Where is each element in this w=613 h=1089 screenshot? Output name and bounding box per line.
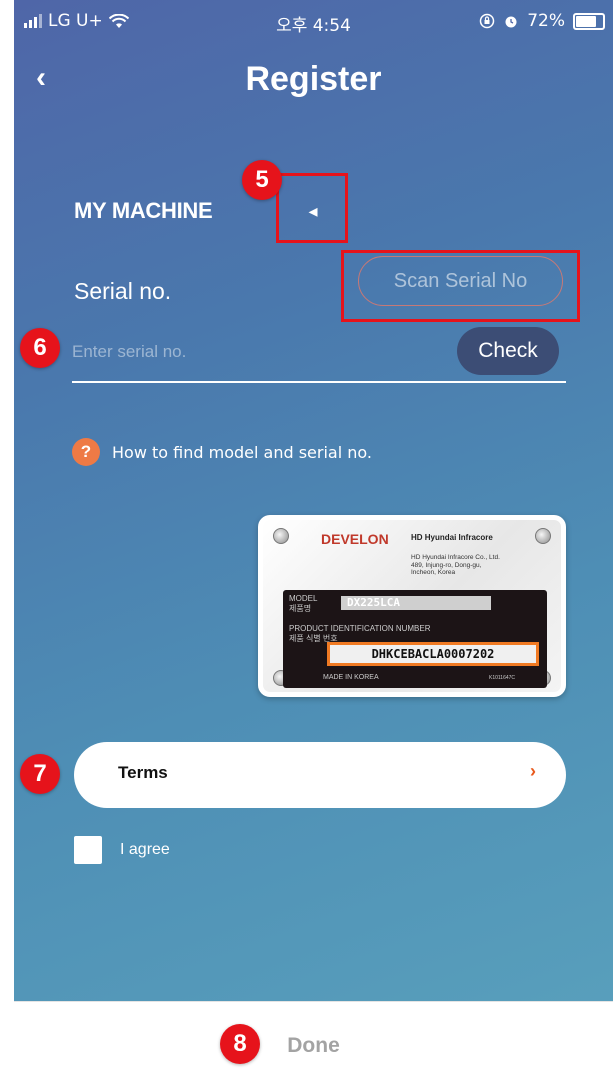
plate-company: HD Hyundai Infracore Co., Ltd. xyxy=(411,554,500,561)
status-bar-right: 72% xyxy=(479,11,605,31)
battery-percent: 72% xyxy=(527,11,565,31)
annotation-marker-5: 5 xyxy=(242,160,282,200)
plate-model-label-kr: 제품명 xyxy=(289,604,312,613)
plate-model-label: MODEL 제품명 xyxy=(289,594,317,614)
nav-bar: ‹ Register xyxy=(14,48,613,110)
annotation-marker-6: 6 xyxy=(20,328,60,368)
chevron-right-icon: › xyxy=(530,761,536,781)
annotation-marker-8: 8 xyxy=(220,1024,260,1064)
plate-serial-number: DHKCEBACLA0007202 xyxy=(327,642,539,666)
status-bar: LG U+ 오후 4:54 72% xyxy=(14,0,613,42)
plate-pin-label: PRODUCT IDENTIFICATION NUMBER 제품 식별 번호 xyxy=(289,624,430,644)
page-title: Register xyxy=(245,60,382,98)
serial-input-underline xyxy=(72,381,566,383)
terms-button[interactable]: Terms › xyxy=(74,742,566,808)
question-icon: ? xyxy=(72,438,100,466)
screw-icon xyxy=(273,528,289,544)
alarm-icon xyxy=(505,16,517,28)
agree-checkbox[interactable] xyxy=(74,836,102,864)
serial-plate-image: DEVELON HD Hyundai Infracore HD Hyundai … xyxy=(258,515,566,697)
battery-icon xyxy=(573,12,605,30)
plate-address: HD Hyundai Infracore Co., Ltd. 489, Inju… xyxy=(411,554,561,577)
app-screen: LG U+ 오후 4:54 72% ‹ Register MY MACHINE … xyxy=(14,0,613,1089)
check-button[interactable]: Check xyxy=(457,327,559,375)
plate-maker: HD Hyundai Infracore xyxy=(411,533,493,542)
machine-arrow-button[interactable]: ◂ xyxy=(300,198,326,224)
terms-label: Terms xyxy=(118,763,168,782)
plate-made-in: MADE IN KOREA xyxy=(323,674,379,681)
arrow-left-icon: ◂ xyxy=(308,201,318,221)
plate-model-value: DX225LCA xyxy=(341,596,491,610)
agree-label: I agree xyxy=(120,841,170,858)
plate-model-label-en: MODEL xyxy=(289,594,318,603)
plate-info-panel: MODEL 제품명 DX225LCA PRODUCT IDENTIFICATIO… xyxy=(283,590,547,688)
serial-label: Serial no. xyxy=(74,278,172,304)
help-link[interactable]: ? How to find model and serial no. xyxy=(72,438,372,466)
plate-address-line1: 489, Injung-ro, Dong-gu, xyxy=(411,561,482,569)
serial-input[interactable] xyxy=(72,330,452,374)
plate-address-line2: Incheon, Korea xyxy=(411,569,456,576)
plate-code: K1011647C xyxy=(489,675,516,681)
help-text: How to find model and serial no. xyxy=(112,442,372,462)
scan-serial-button[interactable]: Scan Serial No xyxy=(358,256,563,306)
screw-icon xyxy=(535,528,551,544)
plate-brand: DEVELON xyxy=(321,531,389,547)
annotation-marker-7: 7 xyxy=(20,754,60,794)
my-machine-title: MY MACHINE xyxy=(74,198,213,223)
done-button[interactable]: Done xyxy=(14,1002,613,1089)
lock-rotation-icon xyxy=(479,13,495,29)
plate-pin-label-en: PRODUCT IDENTIFICATION NUMBER xyxy=(289,624,431,633)
footer: Done xyxy=(14,1001,613,1089)
